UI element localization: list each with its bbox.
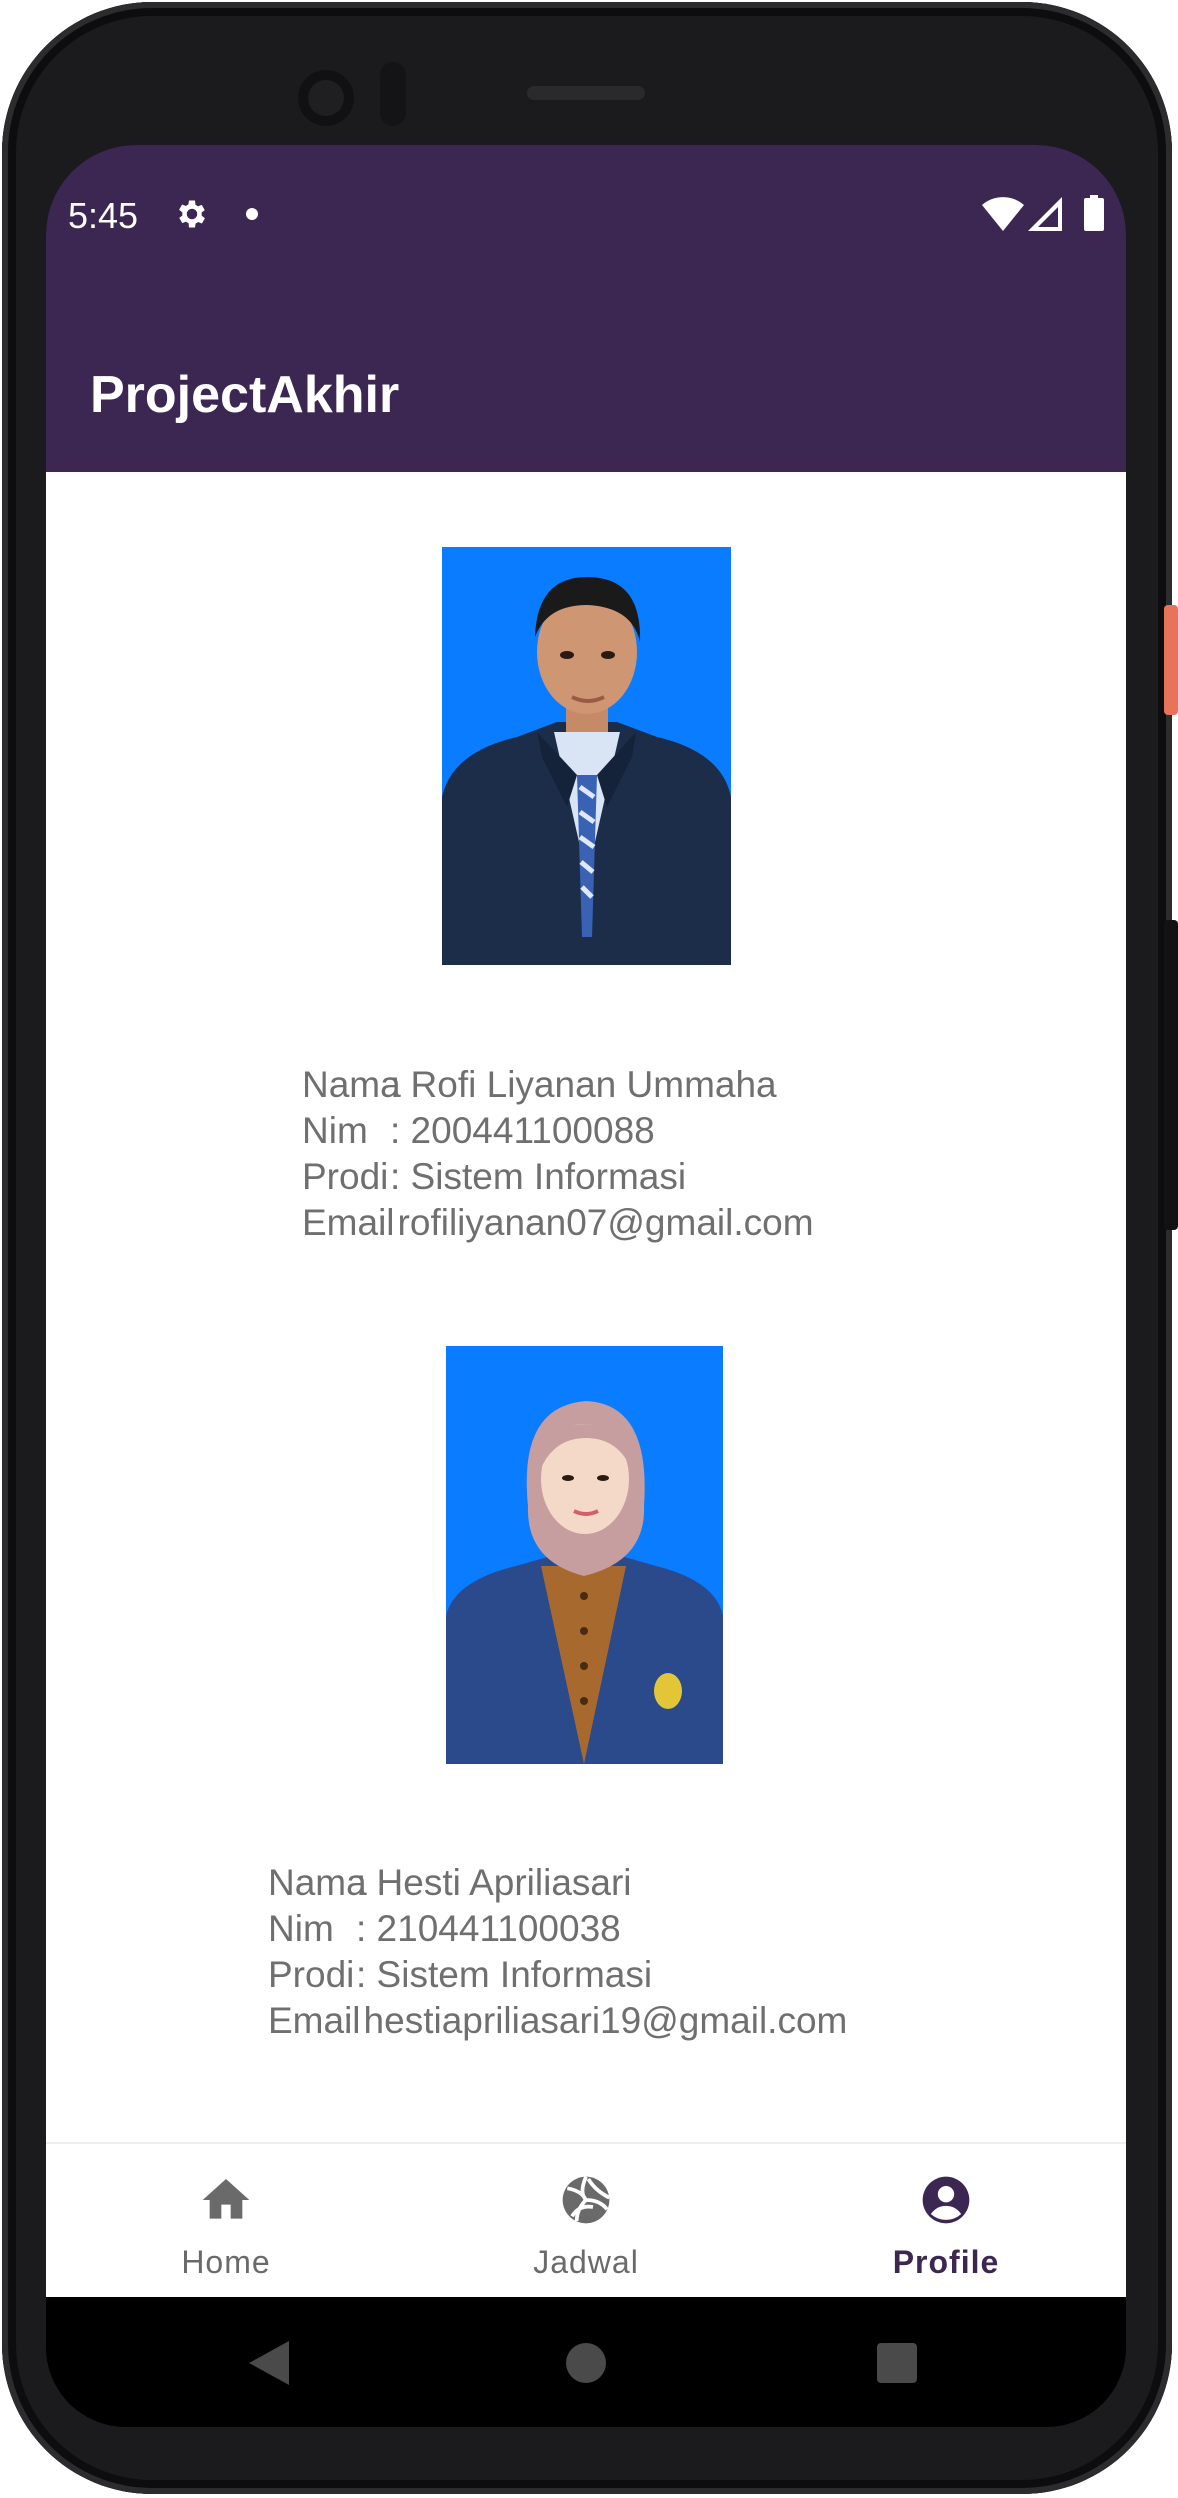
- value-prodi: : Sistem Informasi: [390, 1156, 687, 1197]
- system-navigation-bar: [46, 2297, 1126, 2427]
- app-title: ProjectAkhir: [90, 366, 400, 424]
- nav-item-home[interactable]: Home: [46, 2144, 406, 2299]
- info-row-prodi: Prodi : Sistem Informasi: [268, 1952, 1028, 1998]
- account-circle-icon: [922, 2176, 970, 2224]
- info-row-prodi: Prodi : Sistem Informasi: [302, 1154, 1002, 1200]
- info-row-email: Email : hestiapriliasari19@gmail.com: [268, 1998, 1028, 2044]
- back-triangle-icon[interactable]: [249, 2341, 289, 2385]
- label-nama: Nama: [268, 1862, 367, 1903]
- volleyball-icon: [562, 2175, 611, 2224]
- label-nama: Nama: [302, 1064, 401, 1105]
- portrait-man-icon: [442, 547, 731, 965]
- earpiece-speaker: [527, 86, 645, 100]
- cell-signal-icon: [1028, 197, 1062, 231]
- value-email: : rofiliyanan07@gmail.com: [377, 1202, 814, 1243]
- info-row-nim: Nim : 210441100038: [268, 1906, 1028, 1952]
- recents-square-icon[interactable]: [877, 2343, 917, 2383]
- settings-gear-icon: [179, 200, 205, 228]
- home-icon: [202, 2179, 250, 2219]
- profile-photo-1: [442, 547, 731, 965]
- value-prodi: : Sistem Informasi: [356, 1954, 653, 1995]
- status-bar: 5:45: [46, 145, 1126, 285]
- profile-photo-2: [446, 1346, 723, 1764]
- info-row-email: Email : rofiliyanan07@gmail.com: [302, 1200, 1002, 1246]
- value-email: : hestiapriliasari19@gmail.com: [343, 2000, 848, 2041]
- label-nim: Nim: [302, 1110, 368, 1151]
- proximity-sensor: [380, 62, 406, 126]
- notification-dot-icon: [246, 208, 258, 220]
- value-nim: : 210441100038: [356, 1908, 621, 1949]
- nav-label-jadwal: Jadwal: [533, 2244, 639, 2280]
- info-row-nama: Nama : Hesti Apriliasari: [268, 1860, 1028, 1906]
- power-button[interactable]: [1164, 605, 1178, 715]
- info-row-nama: Nama : Rofi Liyanan Ummaha: [302, 1062, 1002, 1108]
- app-bar: 5:45 ProjectAkhir: [46, 145, 1126, 472]
- volume-rocker[interactable]: [1164, 920, 1178, 1230]
- screen: 5:45 ProjectAkhir Nama: Rofi Liyanan Um…: [46, 145, 1126, 2427]
- nav-label-home: Home: [181, 2244, 271, 2280]
- label-prodi: Prodi: [268, 1954, 355, 1995]
- profile-info-1: Nama : Rofi Liyanan Ummaha Nim : 2004411…: [302, 1062, 1002, 1252]
- wifi-icon: [982, 197, 1024, 231]
- value-nim: : 200441100088: [390, 1110, 655, 1151]
- battery-icon: [1084, 195, 1104, 231]
- nav-label-profile: Profile: [892, 2244, 1000, 2280]
- profile-content[interactable]: Nama : Rofi Liyanan Ummaha Nim : 2004411…: [46, 472, 1126, 2142]
- label-nim: Nim: [268, 1908, 334, 1949]
- bottom-navigation: Home Jadwal Profile: [46, 2142, 1126, 2299]
- status-time: 5:45: [68, 195, 139, 236]
- portrait-woman-icon: [446, 1346, 723, 1764]
- value-nama: : Hesti Apriliasari: [356, 1862, 632, 1903]
- nav-item-jadwal[interactable]: Jadwal: [406, 2144, 766, 2299]
- front-camera: [298, 70, 354, 126]
- home-circle-icon[interactable]: [566, 2343, 606, 2383]
- nav-item-profile[interactable]: Profile: [766, 2144, 1126, 2299]
- label-prodi: Prodi: [302, 1156, 389, 1197]
- profile-info-2: Nama : Hesti Apriliasari Nim : 210441100…: [268, 1860, 1028, 2050]
- value-nama: : Rofi Liyanan Ummaha: [390, 1064, 777, 1105]
- info-row-nim: Nim : 200441100088: [302, 1108, 1002, 1154]
